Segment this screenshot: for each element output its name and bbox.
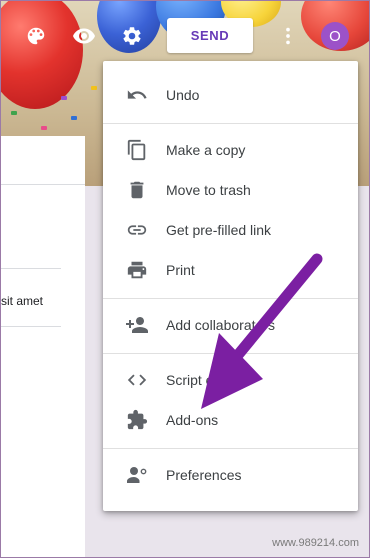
- code-icon: [125, 368, 149, 392]
- menu-item-label: Make a copy: [166, 142, 246, 158]
- menu-item-script-editor[interactable]: Script editor: [103, 360, 358, 400]
- copy-icon: [125, 138, 149, 162]
- confetti: [71, 116, 77, 120]
- link-icon: [125, 218, 149, 242]
- question-text: sit amet: [1, 294, 44, 308]
- divider: [1, 268, 61, 269]
- menu-item-move-to-trash[interactable]: Move to trash: [103, 170, 358, 210]
- menu-item-label: Undo: [166, 87, 200, 103]
- menu-item-print[interactable]: Print: [103, 250, 358, 290]
- add-people-icon: [125, 313, 149, 337]
- menu-item-label: Print: [166, 262, 195, 278]
- menu-divider: [103, 298, 358, 299]
- trash-icon: [125, 178, 149, 202]
- menu-divider: [103, 123, 358, 124]
- print-icon: [125, 258, 149, 282]
- menu-item-undo[interactable]: Undo: [103, 75, 358, 115]
- menu-divider: [103, 353, 358, 354]
- menu-item-make-copy[interactable]: Make a copy: [103, 130, 358, 170]
- confetti: [41, 126, 47, 130]
- menu-item-get-prefilled-link[interactable]: Get pre-filled link: [103, 210, 358, 250]
- palette-icon[interactable]: [21, 21, 51, 51]
- gear-icon[interactable]: [117, 21, 147, 51]
- menu-item-add-collaborators[interactable]: Add collaborators: [103, 305, 358, 345]
- menu-item-label: Move to trash: [166, 182, 251, 198]
- confetti: [11, 111, 17, 115]
- watermark-text: www.989214.com: [272, 537, 359, 549]
- menu-item-label: Add collaborators: [166, 317, 275, 333]
- menu-item-label: Get pre-filled link: [166, 222, 272, 238]
- account-avatar[interactable]: O: [321, 22, 349, 50]
- menu-item-preferences[interactable]: Preferences: [103, 455, 358, 495]
- menu-item-label: Preferences: [166, 467, 242, 483]
- divider: [1, 184, 85, 185]
- more-options-menu: Undo Make a copy Move to trash Get pre-f…: [103, 61, 358, 511]
- divider: [1, 326, 61, 327]
- puzzle-icon: [125, 408, 149, 432]
- form-card: sit amet: [1, 136, 85, 557]
- person-settings-icon: [125, 463, 149, 487]
- send-button[interactable]: SEND: [167, 18, 253, 53]
- screenshot-frame: SEND O sit amet Undo Make a copy Move to…: [0, 0, 370, 558]
- more-vert-icon[interactable]: [273, 21, 303, 51]
- menu-item-label: Add-ons: [166, 412, 219, 428]
- menu-divider: [103, 448, 358, 449]
- menu-item-label: Script editor: [166, 372, 241, 388]
- undo-icon: [125, 83, 149, 107]
- eye-icon[interactable]: [69, 21, 99, 51]
- confetti: [91, 86, 97, 90]
- menu-item-add-ons[interactable]: Add-ons: [103, 400, 358, 440]
- confetti: [61, 96, 67, 100]
